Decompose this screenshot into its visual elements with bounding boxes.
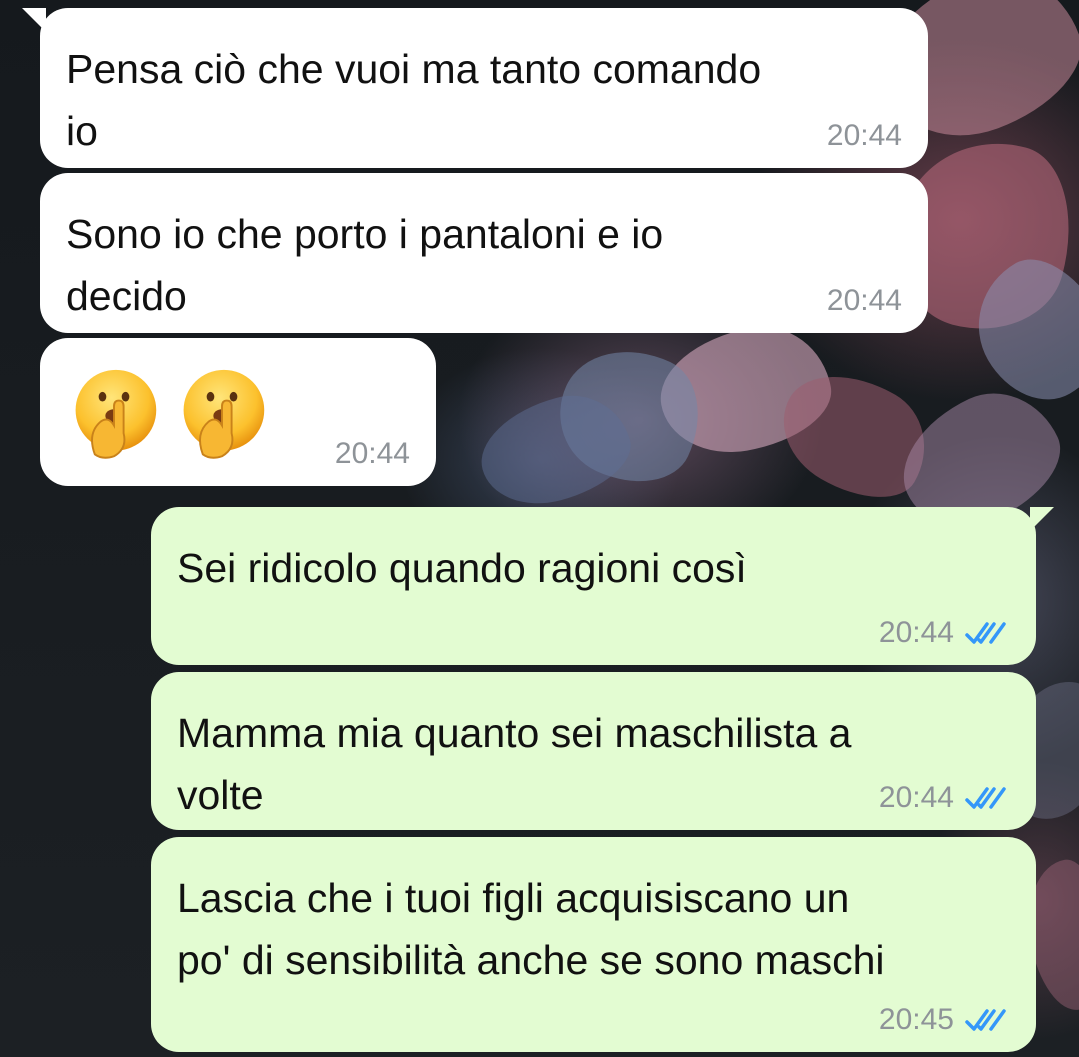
message-timestamp: 20:44	[826, 119, 902, 152]
bubble-tail	[22, 8, 46, 32]
message-timestamp: 20:44	[878, 616, 954, 649]
message-timestamp: 20:44	[826, 284, 902, 317]
message-bubble-incoming[interactable]: Sono io che porto i pantaloni e io decid…	[40, 173, 928, 333]
message-timestamp: 20:45	[878, 1003, 954, 1036]
message-text: Sono io che porto i pantaloni e io decid…	[66, 211, 664, 319]
message-text: Sei ridicolo quando ragioni così	[177, 545, 747, 591]
bubble-tail	[1030, 507, 1054, 531]
message-bubble-outgoing[interactable]: Lascia che i tuoi figli acquisiscano un …	[151, 837, 1036, 1052]
message-text: Pensa ciò che vuoi ma tanto comando io	[66, 46, 762, 154]
shushing-face-emoji	[75, 369, 157, 459]
double-check-read-icon	[965, 622, 1006, 644]
message-bubble-outgoing[interactable]: Mamma mia quanto sei maschilista a volte…	[151, 672, 1036, 830]
message-text: Lascia che i tuoi figli acquisiscano un …	[177, 875, 885, 983]
message-bubble-incoming[interactable]: Pensa ciò che vuoi ma tanto comando io 2…	[22, 8, 928, 168]
double-check-read-icon	[965, 1009, 1006, 1031]
shushing-face-emoji	[183, 369, 265, 459]
message-bubble-outgoing[interactable]: Sei ridicolo quando ragioni così 20:44	[151, 507, 1054, 665]
message-bubble-incoming[interactable]: 20:44	[40, 338, 436, 486]
message-timestamp: 20:44	[334, 437, 410, 470]
message-timestamp: 20:44	[878, 781, 954, 814]
double-check-read-icon	[965, 787, 1006, 809]
